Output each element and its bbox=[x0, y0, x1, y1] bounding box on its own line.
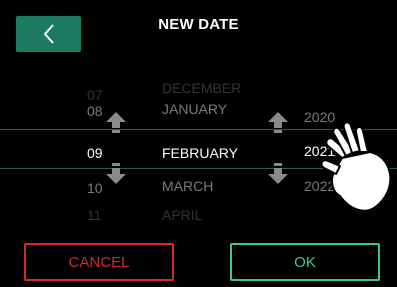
month-item[interactable]: APRIL bbox=[162, 207, 202, 223]
day-item[interactable]: 07 bbox=[87, 87, 103, 103]
ok-button[interactable]: OK bbox=[230, 243, 380, 281]
year-down-arrow-icon[interactable] bbox=[268, 162, 288, 184]
day-item[interactable]: 08 bbox=[87, 103, 103, 119]
year-up-arrow-icon[interactable] bbox=[268, 112, 288, 134]
page-title: NEW DATE bbox=[158, 16, 239, 33]
month-selected[interactable]: FEBRUARY bbox=[162, 145, 238, 161]
cancel-button[interactable]: CANCEL bbox=[24, 243, 174, 281]
date-picker-screen: NEW DATE 07 08 09 10 11 DECEMBER JANUARY… bbox=[0, 0, 397, 287]
hand-pointer-icon bbox=[320, 121, 392, 212]
month-item[interactable]: JANUARY bbox=[162, 101, 227, 117]
month-item[interactable]: MARCH bbox=[162, 178, 213, 194]
month-item[interactable]: DECEMBER bbox=[162, 80, 241, 96]
day-item[interactable]: 11 bbox=[87, 207, 102, 223]
day-up-arrow-icon[interactable] bbox=[106, 112, 126, 134]
day-down-arrow-icon[interactable] bbox=[106, 162, 126, 184]
day-selected[interactable]: 09 bbox=[87, 145, 103, 161]
day-item[interactable]: 10 bbox=[87, 180, 103, 196]
